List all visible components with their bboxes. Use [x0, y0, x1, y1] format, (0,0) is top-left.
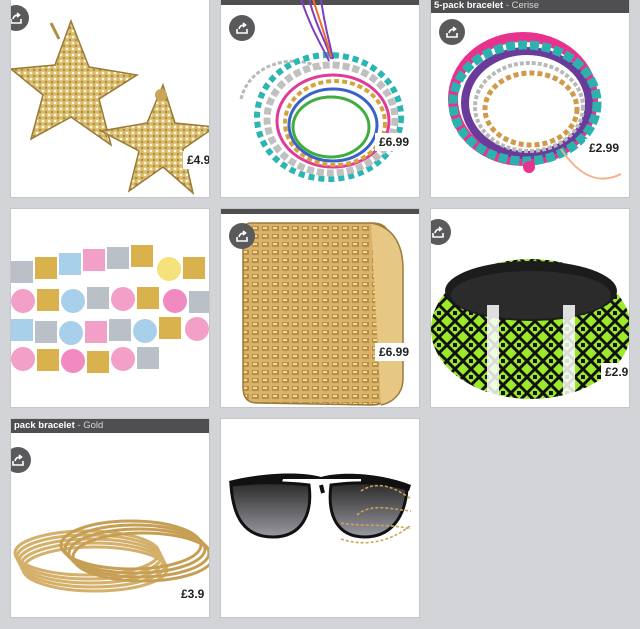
share-arrow-icon: [11, 12, 22, 24]
price-label: £2.9: [601, 363, 629, 381]
share-button[interactable]: [229, 223, 255, 249]
product-card-gold-bangles[interactable]: pack bracelet - Gold £3.9: [10, 418, 210, 618]
share-arrow-icon: [12, 454, 24, 466]
price-label: £3.9: [177, 585, 209, 603]
share-arrow-icon: [236, 230, 248, 242]
share-arrow-icon: [432, 226, 444, 238]
share-button[interactable]: [439, 19, 465, 45]
star-earrings-image: [11, 18, 209, 196]
product-card-neon-bangle[interactable]: £2.9: [430, 208, 630, 408]
share-button[interactable]: [229, 15, 255, 41]
price-label: £6.99: [375, 343, 414, 361]
price-label: £4.9: [183, 151, 209, 169]
price-label: £6.99: [375, 133, 414, 151]
product-card-bead-bracelets[interactable]: 5-pack bracelet - Cerise £2.99: [430, 0, 630, 198]
price-label: £2.99: [585, 139, 624, 157]
stud-bracelets-image: [11, 245, 209, 373]
product-card-stud-bracelets[interactable]: [10, 208, 210, 408]
product-card-gold-cuff[interactable]: £6.99: [220, 208, 420, 408]
sunglasses-image: [229, 473, 412, 544]
product-card-sunglasses[interactable]: [220, 418, 420, 618]
share-arrow-icon: [446, 26, 458, 38]
share-arrow-icon: [236, 22, 248, 34]
product-card-star-earrings[interactable]: £4.9: [10, 0, 210, 198]
product-card-braided-bracelet[interactable]: £6.99: [220, 0, 420, 198]
